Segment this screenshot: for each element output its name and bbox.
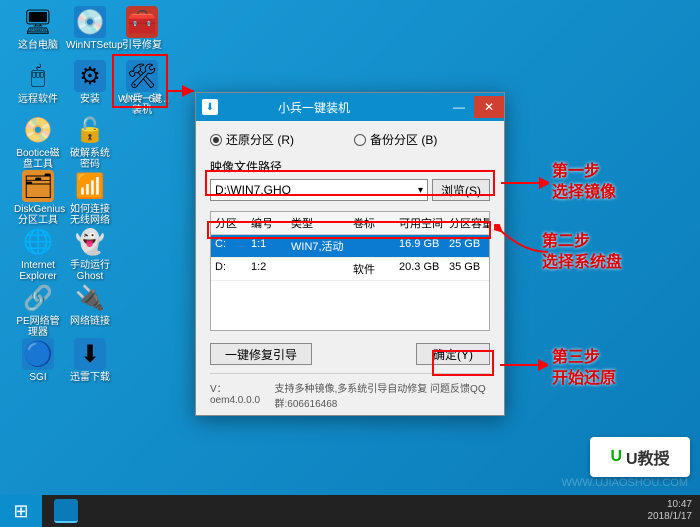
dialog-footer: V：oem4.0.0.0 支持多种镜像,多系统引导自动修复 问题反馈QQ群:60… (210, 373, 490, 410)
app-icon: 💿 (74, 6, 106, 38)
radio-restore[interactable]: 还原分区 (R) (210, 131, 294, 148)
clock-date: 2018/1/17 (648, 511, 693, 523)
installer-icon-label: 小兵一键装机 (118, 94, 166, 116)
desktop-icon[interactable]: ⚙ 安装 (66, 60, 114, 105)
desktop-icon[interactable]: 🧰 引导修复 (118, 6, 166, 51)
taskbar-app-icon[interactable] (46, 497, 86, 525)
dropdown-icon: ▾ (418, 185, 423, 196)
desktop-icon-label: Bootice磁盘工具 (14, 148, 62, 170)
brand-logo: UU教授 (590, 437, 690, 477)
radio-dot-icon (210, 134, 222, 146)
path-label: 映像文件路径 (210, 158, 490, 175)
app-icon: 🖥 (22, 6, 54, 38)
app-icon: 🌐 (22, 226, 54, 258)
desktop-icon-label: 手动运行Ghost (66, 260, 114, 282)
browse-button[interactable]: 浏览(S) (432, 179, 490, 201)
table-row[interactable]: D: 1:2 软件 20.3 GB 35 GB (211, 258, 489, 281)
col-size: 分区容量 (445, 212, 490, 234)
app-icon: 🔵 (22, 338, 54, 370)
desktop-icon[interactable]: 🖱 远程软件 (14, 60, 62, 105)
col-label: 卷标 (349, 212, 395, 234)
repair-boot-button[interactable]: 一键修复引导 (210, 343, 312, 365)
table-header: 分区 编号 类型 卷标 可用空间 分区容量 (211, 212, 489, 235)
annotation-step2: 第二步 选择系统盘 (542, 232, 622, 274)
app-icon: 📶 (74, 170, 106, 202)
desktop-icon-label: 网络链接 (66, 316, 114, 327)
watermark: WWW.UJIAOSHOU.COM (562, 477, 689, 489)
app-icon: 👻 (74, 226, 106, 258)
desktop-icon-label: Internet Explorer (14, 260, 62, 282)
desktop-icon[interactable]: 🖥 这台电脑 (14, 6, 62, 51)
table-row[interactable]: C: 1:1 WIN7,活动 16.9 GB 25 GB (211, 235, 489, 258)
desktop-icon-label: PE网络管理器 (14, 316, 62, 338)
app-icon: 🔌 (74, 282, 106, 314)
desktop-icon-label: 如何连接无线网络 (66, 204, 114, 226)
radio-dot-icon (354, 134, 366, 146)
taskbar[interactable]: ⊞ 10:47 2018/1/17 (0, 495, 700, 527)
system-tray[interactable]: 10:47 2018/1/17 (648, 499, 700, 523)
footer-version: V：oem4.0.0.0 (210, 380, 262, 410)
footer-text: 支持多种镜像,多系统引导自动修复 问题反馈QQ群:606616468 (274, 380, 490, 410)
desktop-icon[interactable]: 🔓破解系统密码 (66, 114, 114, 170)
partition-table[interactable]: 分区 编号 类型 卷标 可用空间 分区容量 C: 1:1 WIN7,活动 16.… (210, 211, 490, 331)
desktop-icon-label: 远程软件 (14, 94, 62, 105)
desktop-icon-label: SGI (14, 372, 62, 383)
app-icon: 🔗 (22, 282, 54, 314)
desktop-icon[interactable]: ⬇ 迅雷下载 (66, 338, 114, 383)
app-icon: 🗂 (22, 170, 54, 202)
image-path-value: D:\WIN7.GHO (215, 183, 291, 197)
start-button[interactable]: ⊞ (0, 495, 42, 527)
radio-backup-label: 备份分区 (B) (370, 131, 437, 148)
installer-icon-highlighted[interactable]: 🛠 小兵一键装机 (118, 60, 166, 116)
col-number: 编号 (247, 212, 287, 234)
desktop-icon[interactable]: 🗂DiskGenius分区工具 (14, 170, 62, 226)
close-button[interactable]: ✕ (474, 96, 504, 118)
desktop-icon-label: WinNTSetup (66, 40, 114, 51)
ok-button[interactable]: 确定(Y) (416, 343, 490, 365)
annotation-step1: 第一步 选择镜像 (552, 162, 616, 204)
desktop-icon[interactable]: 🔵 SGI (14, 338, 62, 383)
col-free: 可用空间 (395, 212, 445, 234)
dialog-titlebar[interactable]: ⬇ 小兵一键装机 — ✕ (196, 93, 504, 121)
app-icon: 🔓 (74, 114, 106, 146)
desktop-icon-label: 破解系统密码 (66, 148, 114, 170)
desktop-icon[interactable]: 🌐Internet Explorer (14, 226, 62, 282)
desktop-icon-label: DiskGenius分区工具 (14, 204, 62, 226)
dialog-title: 小兵一键装机 (224, 99, 444, 116)
app-icon: 🧰 (126, 6, 158, 38)
minimize-button[interactable]: — (444, 96, 474, 118)
desktop-icon[interactable]: 📀Bootice磁盘工具 (14, 114, 62, 170)
desktop-icon-label: 安装 (66, 94, 114, 105)
app-icon: ⬇ (74, 338, 106, 370)
col-partition: 分区 (211, 212, 247, 234)
desktop-icon[interactable]: 📶如何连接无线网络 (66, 170, 114, 226)
app-icon: ⚙ (74, 60, 106, 92)
radio-restore-label: 还原分区 (R) (226, 131, 294, 148)
image-path-combobox[interactable]: D:\WIN7.GHO ▾ (210, 179, 428, 201)
desktop-icon[interactable]: 🔌 网络链接 (66, 282, 114, 327)
radio-backup[interactable]: 备份分区 (B) (354, 131, 437, 148)
annotation-step3: 第三步 开始还原 (552, 348, 616, 390)
desktop-icon-label: 迅雷下载 (66, 372, 114, 383)
desktop-icon-label: 这台电脑 (14, 40, 62, 51)
desktop-icon[interactable]: 🔗PE网络管理器 (14, 282, 62, 338)
desktop-icon[interactable]: 👻手动运行Ghost (66, 226, 114, 282)
col-type: 类型 (287, 212, 349, 234)
app-icon: 📀 (22, 114, 54, 146)
app-icon: 🖱 (22, 60, 54, 92)
desktop-icon-label: 引导修复 (118, 40, 166, 51)
installer-dialog: ⬇ 小兵一键装机 — ✕ 还原分区 (R) 备份分区 (B) 映像文件路径 D:… (195, 92, 505, 416)
dialog-app-icon: ⬇ (202, 99, 218, 115)
desktop-icon[interactable]: 💿 WinNTSetup (66, 6, 114, 51)
clock-time: 10:47 (648, 499, 693, 511)
